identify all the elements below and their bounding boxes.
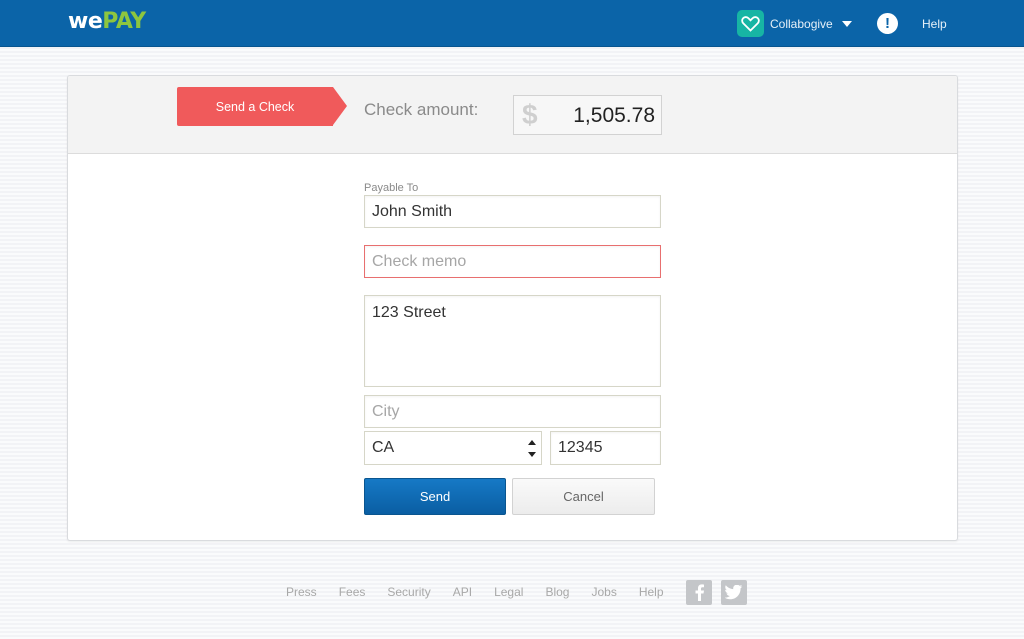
twitter-bird-icon [724,584,742,599]
city-input[interactable] [364,395,661,428]
check-amount-value: 1,505.78 [573,104,655,127]
check-memo-input[interactable] [364,245,661,278]
account-name: Collabogive [770,16,833,31]
chevron-down-icon[interactable] [841,20,852,27]
cancel-button[interactable]: Cancel [512,478,655,515]
payable-to-input[interactable] [364,195,661,228]
collabogive-avatar-icon [737,10,764,37]
help-link[interactable]: Help [922,17,947,31]
send-button[interactable]: Send [364,478,506,515]
footer-link-security[interactable]: Security [387,585,430,599]
logo-pay: PAY [102,9,146,34]
logo-we: we [68,9,103,34]
check-amount-label: Check amount: [364,100,479,119]
notification-alert-icon[interactable]: ! [877,13,898,34]
wepay-logo[interactable]: wePAY [68,9,146,34]
footer-link-legal[interactable]: Legal [494,585,523,599]
footer-link-api[interactable]: API [453,585,472,599]
select-arrows-icon [528,440,536,457]
payable-to-label: Payable To [364,182,419,194]
state-select[interactable]: CA [364,431,542,465]
zip-input[interactable] [550,431,661,465]
send-check-ribbon: Send a Check [177,87,347,126]
send-check-card: Send a Check Check amount: $ 1,505.78 Pa… [67,75,958,541]
footer-link-press[interactable]: Press [286,585,317,599]
footer-link-fees[interactable]: Fees [339,585,366,599]
footer-link-blog[interactable]: Blog [545,585,569,599]
state-select-value: CA [372,439,395,456]
check-header: Send a Check Check amount: $ 1,505.78 [68,76,957,154]
account-switcher[interactable]: Collabogive [737,10,852,37]
address-textarea[interactable]: 123 Street [364,295,661,387]
heart-outline-icon [741,16,760,32]
footer-links: Press Fees Security API Legal Blog Jobs … [286,579,756,605]
footer-link-help[interactable]: Help [639,585,664,599]
facebook-glyph-icon [695,584,704,601]
check-amount-display[interactable]: $ 1,505.78 [513,95,662,135]
footer-link-jobs[interactable]: Jobs [591,585,616,599]
facebook-icon[interactable] [685,579,712,605]
top-navigation-bar: wePAY Collabogive ! Help [0,0,1024,47]
dollar-sign-icon: $ [522,99,538,130]
twitter-icon[interactable] [720,579,747,605]
